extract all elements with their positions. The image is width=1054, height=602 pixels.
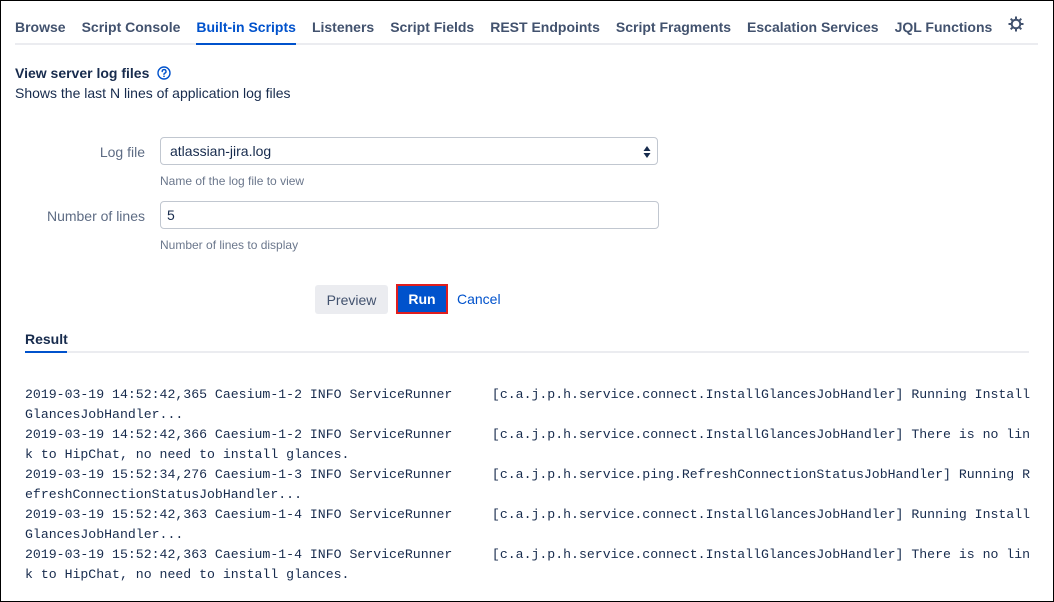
log-file-selected-value: atlassian-jira.log	[170, 143, 272, 159]
num-lines-label: Number of lines	[46, 208, 145, 224]
tab-result[interactable]: Result	[25, 331, 68, 347]
log-line: 2019-03-19 14:52:42,365 Caesium-1-2 INFO…	[25, 387, 1031, 422]
script-title: View server log files	[15, 65, 172, 81]
tab-listeners[interactable]: Listeners	[312, 1, 374, 43]
log-file-help: Name of the log file to view	[160, 174, 305, 188]
tab-rest-endpoints[interactable]: REST Endpoints	[490, 1, 600, 43]
log-output: 2019-03-19 14:52:42,365 Caesium-1-2 INFO…	[25, 385, 1035, 585]
tab-built-in-scripts[interactable]: Built-in Scripts	[196, 1, 296, 45]
result-tab-indicator	[25, 351, 67, 353]
log-line: 2019-03-19 15:52:42,363 Caesium-1-4 INFO…	[25, 507, 1031, 542]
cancel-link[interactable]: Cancel	[457, 291, 501, 307]
tab-script-console[interactable]: Script Console	[82, 1, 181, 43]
run-button[interactable]: Run	[396, 284, 448, 314]
script-description: Shows the last N lines of application lo…	[15, 85, 291, 101]
num-lines-help: Number of lines to display	[160, 238, 299, 252]
settings-button[interactable]	[1008, 1, 1024, 43]
tab-jql-functions[interactable]: JQL Functions	[895, 1, 993, 43]
tab-script-fragments[interactable]: Script Fragments	[616, 1, 731, 43]
gear-icon	[1008, 16, 1024, 37]
log-file-select[interactable]: atlassian-jira.log	[160, 137, 658, 165]
tab-escalation-services[interactable]: Escalation Services	[747, 1, 879, 43]
result-tab-divider	[25, 351, 1029, 353]
tab-script-fields[interactable]: Script Fields	[390, 1, 474, 43]
tab-browse[interactable]: Browse	[15, 1, 66, 43]
script-runner-page: Browse Script Console Built-in Scripts L…	[0, 0, 1054, 602]
top-nav-tabs: Browse Script Console Built-in Scripts L…	[15, 1, 1038, 45]
log-line: 2019-03-19 15:52:34,276 Caesium-1-3 INFO…	[25, 467, 1031, 502]
script-title-text: View server log files	[15, 65, 150, 81]
log-line: 2019-03-19 15:52:42,363 Caesium-1-4 INFO…	[25, 547, 1031, 582]
question-circle-icon[interactable]	[157, 66, 172, 80]
num-lines-input[interactable]	[160, 201, 659, 229]
log-line: 2019-03-19 14:52:42,366 Caesium-1-2 INFO…	[25, 427, 1031, 462]
preview-button[interactable]: Preview	[315, 285, 388, 314]
select-arrows-icon	[643, 145, 651, 159]
log-file-label: Log file	[99, 144, 145, 160]
